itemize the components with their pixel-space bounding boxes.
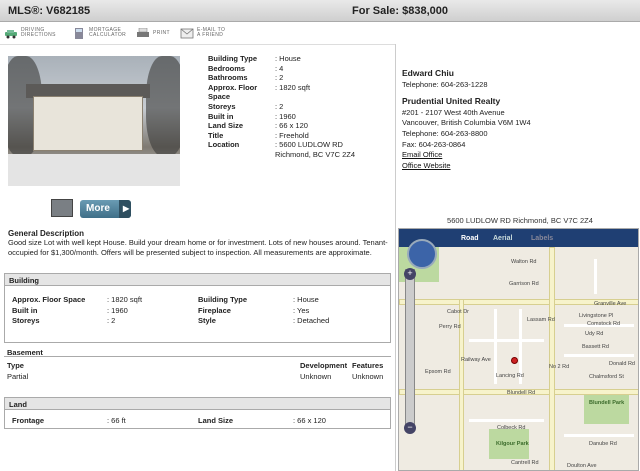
email-office-link[interactable]: Email Office xyxy=(402,150,632,161)
envelope-icon xyxy=(180,28,194,38)
print-link[interactable]: PRINT xyxy=(136,25,170,41)
property-specs: Building Type: House Bedrooms: 4 Bathroo… xyxy=(208,54,356,159)
zoom-slider[interactable] xyxy=(405,269,415,429)
tab-road[interactable]: Road xyxy=(461,235,479,242)
email-friend-link[interactable]: E-MAIL TO A FRIEND xyxy=(180,25,225,41)
office-website-link[interactable]: Office Website xyxy=(402,161,632,172)
pan-compass-icon[interactable] xyxy=(407,239,437,269)
zoom-out-button[interactable]: − xyxy=(404,422,416,434)
tab-aerial[interactable]: Aerial xyxy=(493,235,512,242)
toolbar-divider xyxy=(0,44,395,45)
agent-phone: Telephone: 604-263-1228 xyxy=(402,79,488,89)
general-description-body: Good size Lot with well kept House. Buil… xyxy=(8,238,388,257)
listing-photo[interactable] xyxy=(8,56,180,186)
photo-thumbnail[interactable] xyxy=(51,199,73,217)
column-divider xyxy=(395,44,396,471)
agent-info: Edward Chiu Telephone: 604-263-1228 Prud… xyxy=(402,68,632,171)
driving-directions-link[interactable]: DRIVING DIRECTIONS xyxy=(4,25,56,41)
sale-price: For Sale: $838,000 xyxy=(352,5,449,17)
listing-header: MLS®: V682185 For Sale: $838,000 xyxy=(0,0,640,22)
agent-company: Prudential United Realty xyxy=(402,96,501,107)
zoom-in-button[interactable]: + xyxy=(404,268,416,280)
map-marker-icon[interactable] xyxy=(511,357,518,364)
map-view-tabs: Road Aerial Labels xyxy=(399,229,638,247)
tab-labels[interactable]: Labels xyxy=(531,235,553,242)
location-map[interactable]: Walton Rd Garrison Rd Granville Ave Livi… xyxy=(398,228,639,471)
building-left: Approx. Floor Space: 1820 sqft Built in:… xyxy=(12,295,143,326)
calculator-icon xyxy=(75,27,83,39)
basement-divider xyxy=(4,356,391,357)
arrow-right-icon: ▶ xyxy=(119,200,131,218)
more-photos-button[interactable]: More ▶ xyxy=(80,200,131,218)
land-section-title: Land xyxy=(5,398,390,410)
car-icon xyxy=(5,29,17,38)
agent-name: Edward Chiu xyxy=(402,68,454,78)
mls-number: MLS®: V682185 xyxy=(8,5,91,17)
building-right: Building Type: House Fireplace: Yes Styl… xyxy=(198,295,330,326)
map-address-title: 5600 LUDLOW RD Richmond, BC V7C 2Z4 xyxy=(447,216,593,225)
mortgage-calculator-link[interactable]: MORTGAGE CALCULATOR xyxy=(72,25,126,41)
general-description-title: General Description xyxy=(8,229,85,238)
printer-icon xyxy=(137,27,149,37)
building-section-title: Building xyxy=(5,274,390,286)
